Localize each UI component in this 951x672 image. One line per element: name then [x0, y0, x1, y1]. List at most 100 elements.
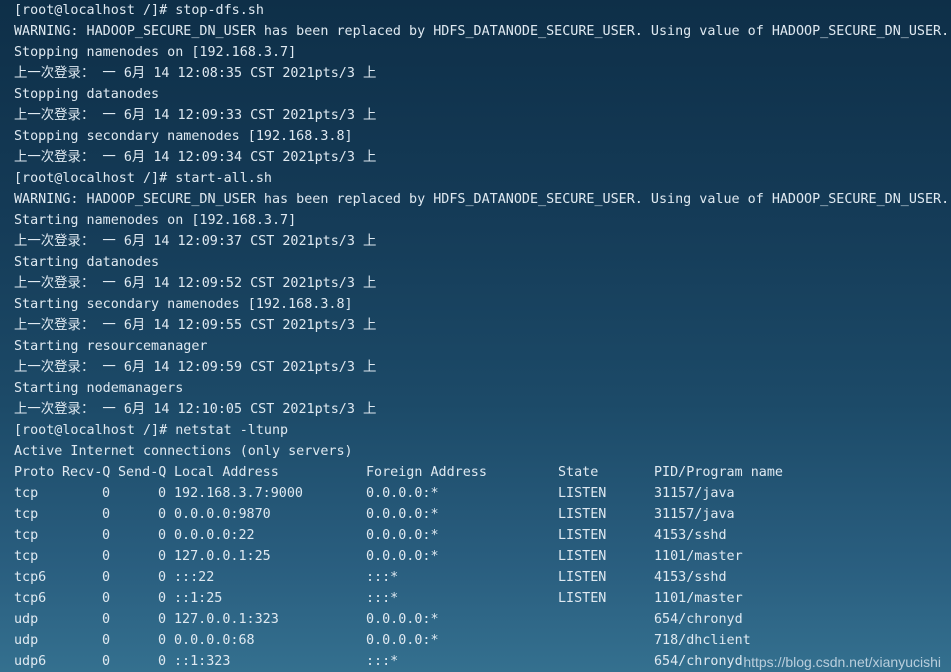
netstat-header-cell: Send-Q [118, 465, 167, 480]
terminal-line: 上一次登录： 一 6月 14 12:09:55 CST 2021pts/3 上 [14, 318, 377, 333]
netstat-cell: 0 [157, 570, 166, 585]
netstat-cell: 4153/sshd [654, 528, 727, 543]
terminal-line: Starting namenodes on [192.168.3.7] [14, 213, 297, 228]
netstat-cell: 654/chronyd [654, 654, 743, 669]
terminal-line: 上一次登录： 一 6月 14 12:09:52 CST 2021pts/3 上 [14, 276, 377, 291]
netstat-cell: 654/chronyd [654, 612, 743, 627]
netstat-cell: 4153/sshd [654, 570, 727, 585]
netstat-cell: 31157/java [654, 507, 735, 522]
netstat-cell: 0.0.0.0:* [366, 507, 439, 522]
netstat-cell: 0 [157, 549, 166, 564]
netstat-cell: udp [14, 612, 39, 627]
netstat-cell: 0 [101, 528, 110, 543]
netstat-cell: :::* [366, 570, 399, 585]
netstat-header-cell: State [558, 465, 599, 480]
netstat-cell: 0 [157, 633, 166, 648]
netstat-cell: 0 [101, 486, 110, 501]
netstat-row: tcp6 0 0:::22:::* LISTEN 4153/sshd [14, 567, 914, 588]
netstat-cell: 0 [157, 528, 166, 543]
netstat-cell: 0 [157, 591, 166, 606]
netstat-cell: 0.0.0.0:9870 [174, 507, 271, 522]
netstat-cell: 0.0.0.0:* [366, 528, 439, 543]
netstat-header-cell: Proto [14, 465, 55, 480]
terminal-line: Starting secondary namenodes [192.168.3.… [14, 297, 353, 312]
terminal-line: 上一次登录： 一 6月 14 12:09:33 CST 2021pts/3 上 [14, 108, 377, 123]
terminal-output[interactable]: [root@localhost /]# stop-dfs.sh WARNING: … [14, 0, 951, 672]
netstat-cell: 0 [101, 507, 110, 522]
netstat-cell: tcp [14, 528, 39, 543]
netstat-cell: 31157/java [654, 486, 735, 501]
netstat-cell: ::1:323 [174, 654, 231, 669]
netstat-row: tcp 0 0 127.0.0.1:25 0.0.0.0:* LISTEN 1101/mas… [14, 546, 914, 567]
netstat-cell: udp [14, 633, 39, 648]
terminal-line: Starting nodemanagers [14, 381, 184, 396]
netstat-row: tcp 0 0 192.168.3.7:9000 0.0.0.0:* LISTEN 3115… [14, 483, 914, 504]
terminal-line: Starting datanodes [14, 255, 160, 270]
watermark: https://blog.csdn.net/xianyucishi [743, 654, 941, 670]
netstat-header-cell: PID/Program name [654, 465, 783, 480]
netstat-row: udp 0 0 0.0.0.0:68 0.0.0.0:* 718/dhclient [14, 630, 914, 651]
terminal-line: WARNING: HADOOP_SECURE_DN_USER has been … [14, 24, 950, 39]
netstat-cell: 0 [157, 612, 166, 627]
netstat-cell: 0 [101, 591, 110, 606]
netstat-cell: 0 [101, 654, 110, 669]
terminal-line: Stopping secondary namenodes [192.168.3.… [14, 129, 353, 144]
netstat-row: tcp 0 0 0.0.0.0:22 0.0.0.0:* LISTEN 4153/sshd [14, 525, 914, 546]
netstat-cell: 0.0.0.0:* [366, 633, 439, 648]
netstat-cell: tcp6 [14, 570, 47, 585]
netstat-cell: ::1:25 [174, 591, 223, 606]
netstat-cell: tcp [14, 486, 39, 501]
netstat-cell: tcp6 [14, 591, 47, 606]
netstat-cell: :::22 [174, 570, 215, 585]
netstat-cell: 0 [101, 549, 110, 564]
terminal-line: Stopping namenodes on [192.168.3.7] [14, 45, 297, 60]
netstat-cell: 1101/master [654, 591, 743, 606]
netstat-cell: 0 [157, 654, 166, 669]
netstat-cell: 0 [101, 612, 110, 627]
terminal-line: 上一次登录： 一 6月 14 12:09:59 CST 2021pts/3 上 [14, 360, 377, 375]
netstat-cell: 0.0.0.0:22 [174, 528, 255, 543]
netstat-cell: 127.0.0.1:323 [174, 612, 279, 627]
terminal-line: 上一次登录： 一 6月 14 12:09:37 CST 2021pts/3 上 [14, 234, 377, 249]
netstat-header: Proto Recv-Q Send-Q Local Address Foreign Ad… [14, 462, 914, 483]
terminal-line: Stopping datanodes [14, 87, 160, 102]
netstat-cell: 127.0.0.1:25 [174, 549, 271, 564]
netstat-cell: udp6 [14, 654, 47, 669]
netstat-cell: LISTEN [558, 507, 607, 522]
netstat-cell: 0.0.0.0:* [366, 612, 439, 627]
netstat-cell: LISTEN [558, 528, 607, 543]
netstat-row: tcp6 0 0::1:25:::* LISTEN 1101/master [14, 588, 914, 609]
netstat-cell: :::* [366, 654, 399, 669]
terminal-line: [root@localhost /]# stop-dfs.sh [14, 3, 264, 18]
netstat-cell: 0 [101, 633, 110, 648]
netstat-header-cell: Recv-Q [62, 465, 111, 480]
netstat-cell: 0.0.0.0:68 [174, 633, 255, 648]
terminal-line: [root@localhost /]# netstat -ltunp [14, 423, 289, 438]
netstat-cell: 0.0.0.0:* [366, 549, 439, 564]
terminal-line: 上一次登录： 一 6月 14 12:10:05 CST 2021pts/3 上 [14, 402, 377, 417]
terminal-line: Active Internet connections (only server… [14, 444, 353, 459]
netstat-header-cell: Local Address [174, 465, 279, 480]
netstat-cell: 1101/master [654, 549, 743, 564]
netstat-cell: LISTEN [558, 549, 607, 564]
netstat-cell: 0 [101, 570, 110, 585]
netstat-cell: 0.0.0.0:* [366, 486, 439, 501]
terminal-line: 上一次登录： 一 6月 14 12:08:35 CST 2021pts/3 上 [14, 66, 377, 81]
netstat-row: tcp 0 0 0.0.0.0:9870 0.0.0.0:* LISTEN 31157/ja… [14, 504, 914, 525]
terminal-line: [root@localhost /]# start-all.sh [14, 171, 272, 186]
netstat-cell: LISTEN [558, 591, 607, 606]
netstat-cell: LISTEN [558, 486, 607, 501]
netstat-cell: 0 [157, 507, 166, 522]
terminal-line: Starting resourcemanager [14, 339, 208, 354]
terminal-line: WARNING: HADOOP_SECURE_DN_USER has been … [14, 192, 950, 207]
terminal-line: 上一次登录： 一 6月 14 12:09:34 CST 2021pts/3 上 [14, 150, 377, 165]
netstat-cell: :::* [366, 591, 399, 606]
netstat-cell: 192.168.3.7:9000 [174, 486, 303, 501]
netstat-cell: tcp [14, 507, 39, 522]
netstat-row: udp 0 0 127.0.0.1:323 0.0.0.0:* 654/chronyd [14, 609, 914, 630]
netstat-cell: 718/dhclient [654, 633, 751, 648]
netstat-header-cell: Foreign Address [366, 465, 487, 480]
netstat-cell: tcp [14, 549, 39, 564]
netstat-cell: LISTEN [558, 570, 607, 585]
netstat-cell: 0 [157, 486, 166, 501]
